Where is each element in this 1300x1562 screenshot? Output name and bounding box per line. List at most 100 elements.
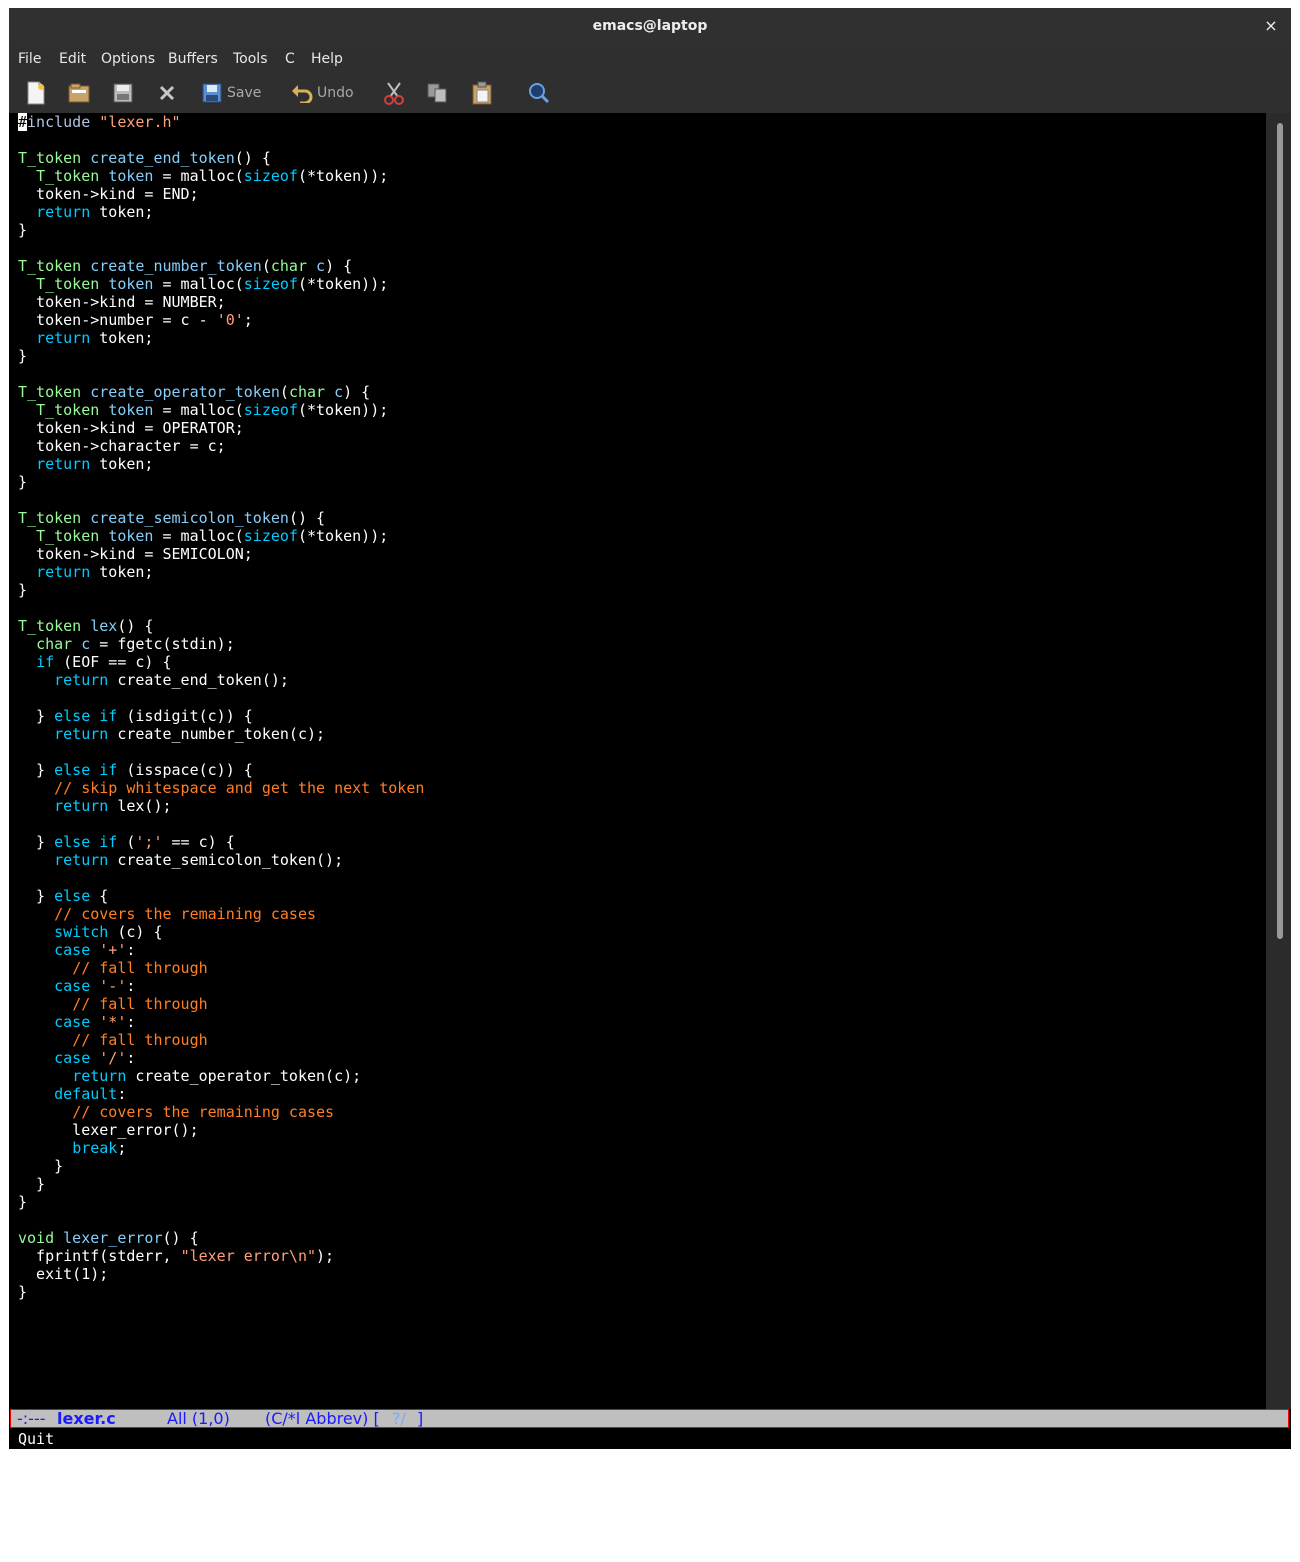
tool-bar: Save Undo (9, 73, 1291, 113)
code-line[interactable] (18, 365, 424, 383)
code-line[interactable]: T_token create_semicolon_token() { (18, 509, 424, 527)
code-line[interactable]: T_token token = malloc(sizeof(*token)); (18, 527, 424, 545)
code-line[interactable]: fprintf(stderr, "lexer error\n"); (18, 1247, 424, 1265)
close-x-icon[interactable] (157, 79, 177, 107)
close-window-icon[interactable]: × (1261, 16, 1281, 36)
code-line[interactable] (18, 689, 424, 707)
code-line[interactable]: exit(1); (18, 1265, 424, 1283)
code-line[interactable]: return create_number_token(c); (18, 725, 424, 743)
menu-tools[interactable]: Tools (233, 51, 268, 67)
code-line[interactable]: // covers the remaining cases (18, 1103, 424, 1121)
code-line[interactable] (18, 131, 424, 149)
code-line[interactable] (18, 491, 424, 509)
code-line[interactable]: // fall through (18, 959, 424, 977)
code-line[interactable]: default: (18, 1085, 424, 1103)
code-line[interactable]: return token; (18, 455, 424, 473)
modeline-status: -:--- (17, 1409, 46, 1428)
code-line[interactable]: // fall through (18, 1031, 424, 1049)
code-line[interactable]: } else { (18, 887, 424, 905)
modeline-modes-close: ] (417, 1409, 424, 1428)
save-label: Save (227, 85, 262, 101)
scissors-icon[interactable] (383, 79, 405, 107)
open-folder-icon[interactable] (67, 79, 91, 107)
new-file-icon[interactable] (25, 79, 47, 107)
code-line[interactable]: token->kind = NUMBER; (18, 293, 424, 311)
code-line[interactable]: } (18, 1283, 424, 1301)
code-line[interactable]: token->character = c; (18, 437, 424, 455)
copy-icon[interactable] (426, 79, 448, 107)
code-line[interactable]: T_token create_operator_token(char c) { (18, 383, 424, 401)
search-icon[interactable] (528, 79, 550, 107)
code-line[interactable]: } else if (isdigit(c)) { (18, 707, 424, 725)
code-line[interactable]: } (18, 473, 424, 491)
code-line[interactable]: T_token token = malloc(sizeof(*token)); (18, 167, 424, 185)
menu-options[interactable]: Options (101, 51, 155, 67)
code-line[interactable]: #include "lexer.h" (18, 113, 424, 131)
code-line[interactable] (18, 239, 424, 257)
save-button[interactable]: Save (201, 79, 261, 107)
code-line[interactable]: void lexer_error() { (18, 1229, 424, 1247)
code-text[interactable]: #include "lexer.h" T_token create_end_to… (18, 113, 424, 1301)
menu-bar: File Edit Options Buffers Tools C Help (9, 45, 1291, 73)
modeline-buffer-name[interactable]: lexer.c (57, 1409, 116, 1428)
menu-file[interactable]: File (18, 51, 41, 67)
code-line[interactable]: return create_operator_token(c); (18, 1067, 424, 1085)
code-line[interactable]: } (18, 1175, 424, 1193)
code-line[interactable] (18, 869, 424, 887)
menu-c[interactable]: C (285, 51, 295, 67)
code-line[interactable]: // covers the remaining cases (18, 905, 424, 923)
code-line[interactable]: return create_end_token(); (18, 671, 424, 689)
echo-area: Quit (18, 1430, 55, 1448)
code-line[interactable]: token->kind = END; (18, 185, 424, 203)
code-line[interactable]: token->kind = OPERATOR; (18, 419, 424, 437)
code-line[interactable]: return lex(); (18, 797, 424, 815)
code-line[interactable]: char c = fgetc(stdin); (18, 635, 424, 653)
code-line[interactable]: switch (c) { (18, 923, 424, 941)
code-line[interactable] (18, 743, 424, 761)
code-line[interactable]: } (18, 347, 424, 365)
code-line[interactable]: // fall through (18, 995, 424, 1013)
paste-icon[interactable] (471, 79, 493, 107)
code-line[interactable] (18, 599, 424, 617)
menu-edit[interactable]: Edit (59, 51, 86, 67)
disk-icon[interactable] (112, 79, 134, 107)
emacs-window: emacs@laptop × File Edit Options Buffers… (9, 8, 1291, 1449)
code-line[interactable]: T_token lex() { (18, 617, 424, 635)
code-line[interactable]: } else if (isspace(c)) { (18, 761, 424, 779)
menu-help[interactable]: Help (311, 51, 343, 67)
code-line[interactable]: token->kind = SEMICOLON; (18, 545, 424, 563)
code-line[interactable]: case '/': (18, 1049, 424, 1067)
code-line[interactable]: } else if (';' == c) { (18, 833, 424, 851)
scrollbar[interactable] (1266, 113, 1291, 1409)
code-line[interactable]: } (18, 1193, 424, 1211)
modeline-modes[interactable]: (C/*l Abbrev) [ (265, 1409, 380, 1428)
code-line[interactable]: break; (18, 1139, 424, 1157)
code-line[interactable]: T_token create_number_token(char c) { (18, 257, 424, 275)
code-line[interactable]: } (18, 1157, 424, 1175)
code-line[interactable]: case '-': (18, 977, 424, 995)
code-line[interactable]: return token; (18, 563, 424, 581)
mode-line: -:--- lexer.c All (1,0) (C/*l Abbrev) [ … (10, 1409, 1289, 1428)
code-line[interactable]: return create_semicolon_token(); (18, 851, 424, 869)
code-line[interactable]: return token; (18, 203, 424, 221)
undo-button[interactable]: Undo (291, 79, 354, 107)
code-line[interactable]: T_token token = malloc(sizeof(*token)); (18, 401, 424, 419)
code-line[interactable]: } (18, 221, 424, 239)
undo-icon (292, 85, 313, 103)
code-line[interactable]: return token; (18, 329, 424, 347)
code-editor[interactable]: #include "lexer.h" T_token create_end_to… (18, 113, 1264, 1409)
code-line[interactable]: lexer_error(); (18, 1121, 424, 1139)
code-line[interactable]: // skip whitespace and get the next toke… (18, 779, 424, 797)
code-line[interactable]: case '*': (18, 1013, 424, 1031)
code-line[interactable] (18, 1211, 424, 1229)
code-line[interactable]: T_token token = malloc(sizeof(*token)); (18, 275, 424, 293)
scrollbar-thumb[interactable] (1277, 123, 1283, 939)
code-line[interactable]: } (18, 581, 424, 599)
modeline-modes-extra: ?/ (392, 1409, 406, 1428)
menu-buffers[interactable]: Buffers (168, 51, 218, 67)
code-line[interactable] (18, 815, 424, 833)
code-line[interactable]: case '+': (18, 941, 424, 959)
code-line[interactable]: if (EOF == c) { (18, 653, 424, 671)
code-line[interactable]: token->number = c - '0'; (18, 311, 424, 329)
code-line[interactable]: T_token create_end_token() { (18, 149, 424, 167)
